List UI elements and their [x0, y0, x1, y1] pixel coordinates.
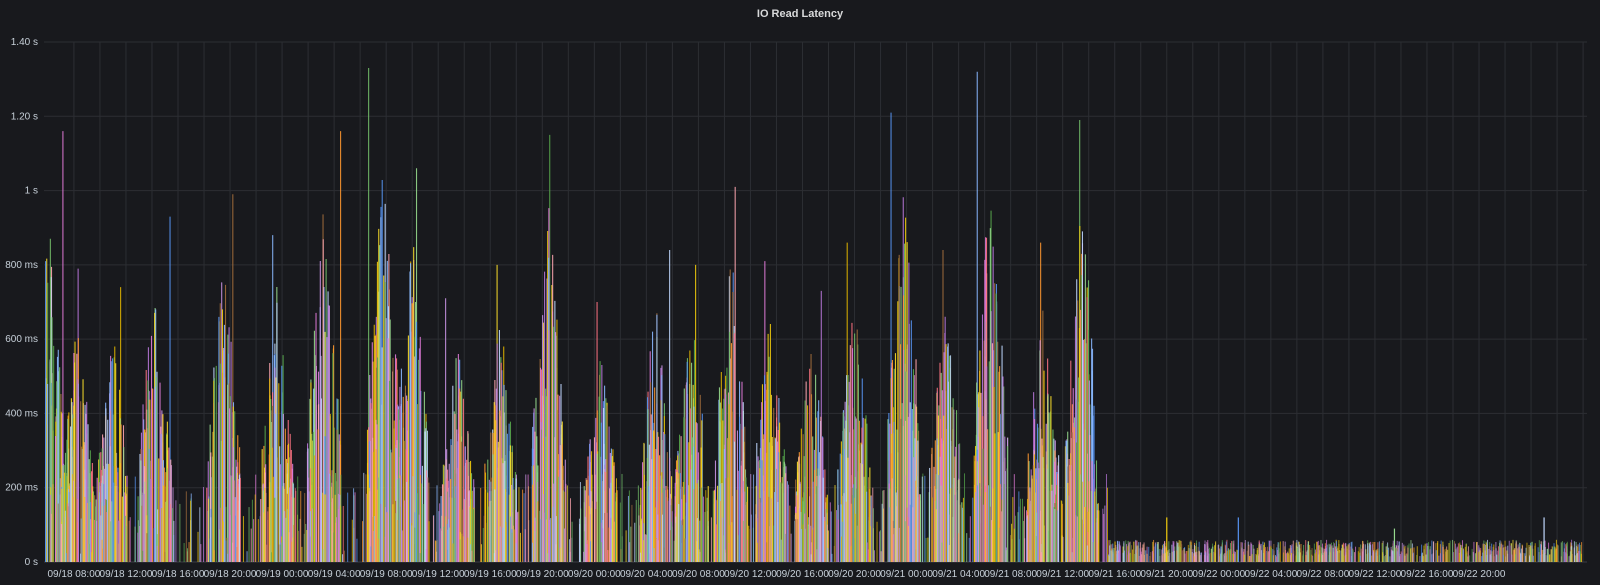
- x-tick-label: 09/20 12:00: [724, 569, 777, 580]
- x-tick-label: 09/20 04:00: [620, 569, 673, 580]
- x-tick-label: 09/19 20:00: [516, 569, 569, 580]
- x-tick-label: 09/18 08:00: [48, 569, 101, 580]
- y-tick-label: 800 ms: [5, 260, 38, 271]
- y-tick-label: 0 s: [25, 557, 38, 568]
- y-tick-label: 1 s: [25, 186, 38, 197]
- x-tick-label: 09/21 16:00: [1088, 569, 1141, 580]
- x-tick-label: 09/22 16:00: [1401, 569, 1454, 580]
- chart-panel: IO Read Latency 0 s 200 ms 400 ms 600 ms 800…: [0, 0, 1600, 585]
- y-tick-label: 1.20 s: [11, 111, 38, 122]
- y-tick-label: 600 ms: [5, 334, 38, 345]
- x-tick-label: 09/22 12:00: [1349, 569, 1402, 580]
- y-tick-label: 1.40 s: [11, 37, 38, 48]
- x-tick-label: 09/21 12:00: [1036, 569, 1089, 580]
- x-tick-label: 09/19 00:00: [256, 569, 309, 580]
- y-axis: 0 s 200 ms 400 ms 600 ms 800 ms 1 s 1.20 s 1.40…: [5, 37, 38, 568]
- x-tick-label: 09/20 16:00: [776, 569, 829, 580]
- x-tick-label: 09/21 00:00: [880, 569, 933, 580]
- latency-chart[interactable]: 0 s 200 ms 400 ms 600 ms 800 ms 1 s 1.20 s 1.40…: [0, 0, 1600, 585]
- x-tick-label: 09/21 08:00: [984, 569, 1037, 580]
- x-tick-label: 09/19 12:00: [412, 569, 465, 580]
- x-tick-label: 09/21 04:00: [932, 569, 985, 580]
- y-tick-label: 200 ms: [5, 483, 38, 494]
- x-tick-label: 09/18 16:00: [152, 569, 205, 580]
- x-tick-label: 09/20 00:00: [568, 569, 621, 580]
- x-tick-label: 09/22 00:00: [1192, 569, 1245, 580]
- x-tick-label: 09/22 04:00: [1244, 569, 1297, 580]
- x-tick-label: 09/19 04:00: [308, 569, 361, 580]
- x-tick-label: 09/18 12:00: [100, 569, 153, 580]
- x-tick-label: 09/19 16:00: [464, 569, 517, 580]
- y-tick-label: 400 ms: [5, 408, 38, 419]
- x-tick-label: 09/19 08:00: [360, 569, 413, 580]
- x-tick-label: 09/21 20:00: [1140, 569, 1193, 580]
- x-tick-label: 09/22 20:00: [1453, 569, 1506, 580]
- x-tick-label: 09/20 20:00: [828, 569, 881, 580]
- x-tick-label: 09/22 08:00: [1296, 569, 1349, 580]
- x-axis: 09/18 08:00 09/18 12:00 09/18 16:00 09/18 2…: [48, 569, 1506, 580]
- x-tick-label: 09/20 08:00: [672, 569, 725, 580]
- x-tick-label: 09/18 20:00: [204, 569, 257, 580]
